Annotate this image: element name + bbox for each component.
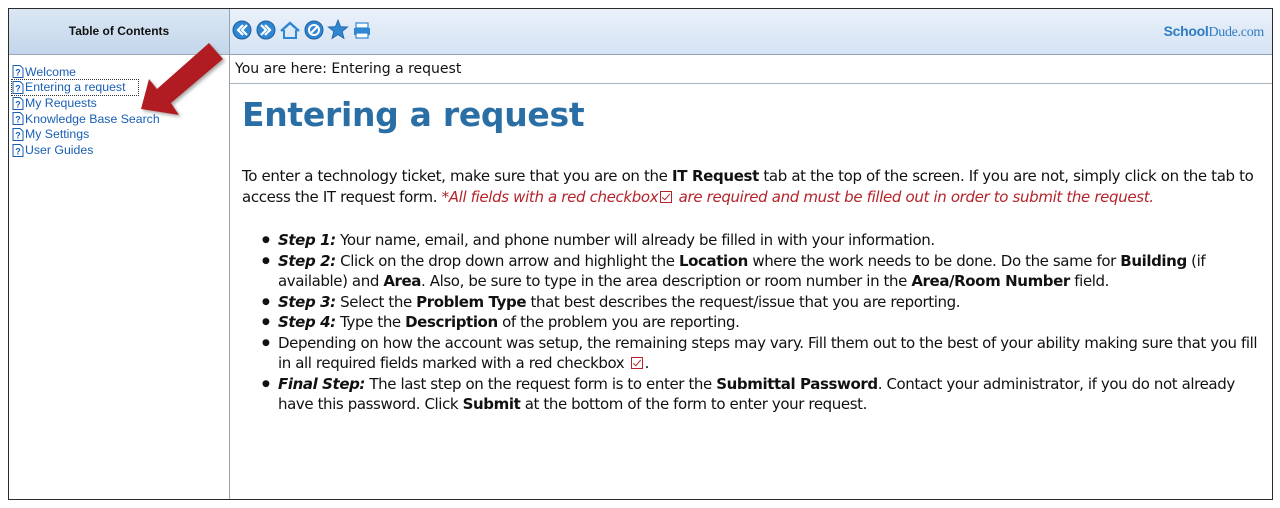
step-bold-text: Problem Type [416,292,527,311]
home-button[interactable] [278,18,301,41]
forward-button[interactable] [254,18,277,41]
help-page-icon: ? [12,112,24,126]
step-item: Depending on how the account was setup, … [262,333,1260,374]
stop-icon [304,20,323,39]
help-page-icon: ? [12,143,24,157]
brand-regular: Dude.com [1208,25,1264,40]
back-button[interactable] [230,18,253,41]
brand-logo[interactable]: SchoolDude.com [1163,23,1265,41]
step-name: Step 2: [278,251,336,270]
toolbar: SchoolDude.com [230,9,1272,55]
toc-item[interactable]: ? My Settings [12,127,229,143]
step-text: field. [1069,272,1110,290]
svg-text:?: ? [15,131,21,141]
step-text: Select the [335,292,417,311]
step-item: Step 3: Select the Problem Type that bes… [262,292,1260,313]
forward-icon [256,20,275,39]
step-text: Type the [335,313,406,331]
help-page-icon: ? [12,96,24,110]
step-bold-text: Submit [462,395,521,413]
toc-item-label: My Settings [25,127,90,142]
toc-item-label: Entering a request [25,80,126,95]
step-name: Step 1: [278,231,336,249]
required-note-text: are required and must be filled out in o… [674,188,1154,206]
intro-bold: IT Request [671,167,759,185]
svg-text:?: ? [15,99,21,109]
steps-list: Step 1: Your name, email, and phone numb… [242,230,1260,415]
step-text: The last step on the request form is to … [365,374,717,393]
step-item: Final Step: The last step on the request… [262,374,1260,415]
step-bold-text: Building [1120,251,1187,270]
home-icon [279,20,300,39]
svg-text:?: ? [15,84,21,94]
toc-title: Table of Contents [9,9,229,55]
print-icon [353,21,370,39]
help-page-icon: ? [12,81,24,95]
step-text: of the problem you are reporting. [497,313,740,331]
step-bold-text: Area/Room Number [911,272,1070,290]
svg-text:?: ? [15,146,21,156]
content-pane: Entering a request To enter a technology… [230,85,1272,499]
favorites-button[interactable] [326,18,349,41]
step-text: that best describes the request/issue th… [526,292,961,311]
print-button[interactable] [350,18,373,41]
step-text: Click on the drop down arrow and highlig… [335,251,679,270]
toc-pane: Table of Contents ? Welcome? Entering a re… [9,9,230,499]
toc-item[interactable]: ? Entering a request [11,78,139,97]
toc-item[interactable]: ? My Requests [12,95,229,111]
step-bold-text: Submittal Password [716,374,878,393]
svg-text:?: ? [15,68,21,78]
step-bold-text: Description [405,313,498,331]
step-name: Final Step: [278,374,366,393]
toc-item-label: Welcome [25,64,77,79]
step-text: Depending on how the account was setup, … [278,333,1258,373]
step-item: Step 2: Click on the drop down arrow and… [262,251,1260,292]
brand-bold: School [1163,23,1209,39]
step-text: . Also, be sure to type in the area desc… [421,272,912,290]
intro-text: To enter a technology ticket, make sure … [242,167,672,185]
required-note-text: *All fields with a red checkbox [441,188,659,206]
help-page-icon: ? [12,128,24,142]
step-bold-text: Area [383,272,422,290]
step-name: Step 4: [278,313,336,331]
toc-item[interactable]: ? Knowledge Base Search [12,111,229,127]
toc-item[interactable]: ? Welcome [12,64,229,80]
stop-button[interactable] [302,18,325,41]
step-bold-text: Location [678,251,748,270]
step-text: . [644,354,650,372]
svg-text:?: ? [15,115,21,125]
red-checkbox-icon [660,191,673,203]
help-page-icon: ? [12,65,24,79]
help-window: Table of Contents ? Welcome? Entering a re… [8,8,1273,500]
toc-item-label: User Guides [25,143,94,158]
red-checkbox-icon [630,357,643,369]
page-title: Entering a request [242,95,585,134]
intro-paragraph: To enter a technology ticket, make sure … [242,166,1260,208]
step-item: Step 1: Your name, email, and phone numb… [262,230,1260,251]
step-text: where the work needs to be done. Do the … [747,251,1121,270]
toc-item-label: My Requests [25,96,97,111]
breadcrumb: You are here: Entering a request [230,55,1272,84]
back-icon [232,20,251,39]
toc-item[interactable]: ? User Guides [12,142,229,158]
favorites-icon [326,19,349,40]
step-name: Step 3: [278,292,336,311]
step-text: Your name, email, and phone number will … [335,231,935,249]
toc-list: ? Welcome? Entering a request? My Requests?… [9,55,229,158]
step-item: Step 4: Type the Description of the prob… [262,312,1260,333]
toolbar-buttons [230,18,373,41]
required-note: *All fields with a red checkbox are requ… [442,188,1154,206]
toc-item-label: Knowledge Base Search [25,111,160,126]
step-text: at the bottom of the form to enter your … [520,395,868,413]
